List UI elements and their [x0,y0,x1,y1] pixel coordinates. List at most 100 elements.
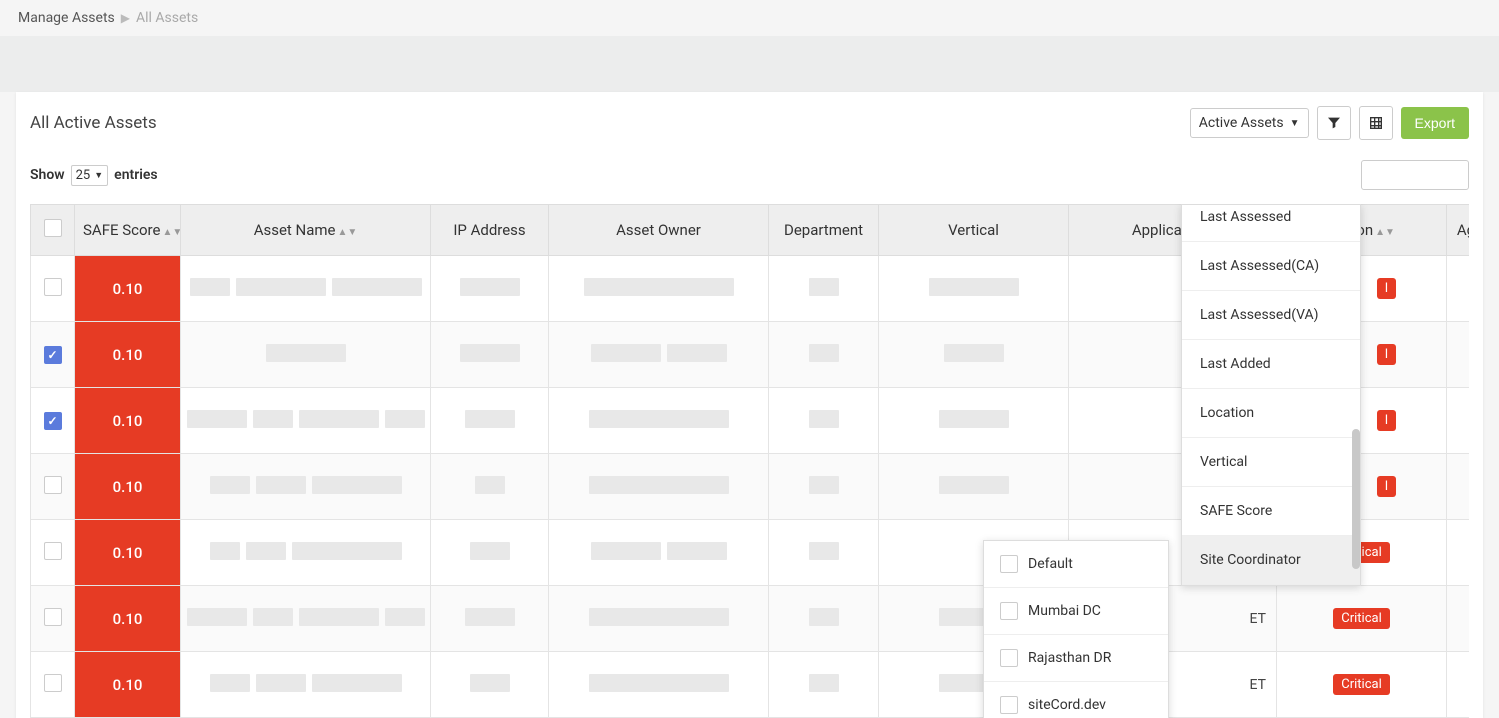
safe-score-cell: 0.10 [75,454,181,520]
column-menu-item[interactable]: Last Assessed [1182,205,1360,242]
placeholder [187,608,247,626]
col-asset-owner[interactable]: Asset Owner [549,205,769,256]
select-all-header [31,205,75,256]
assets-table: SAFE Score▲▼ Asset Name▲▼ IP Address Ass… [30,204,1469,718]
column-menu-item[interactable]: Vertical [1182,438,1360,487]
column-menu-item[interactable]: Site Coordinator [1182,536,1360,585]
placeholder [589,674,729,692]
column-menu-item[interactable]: Last Added [1182,340,1360,389]
vertical-cell [879,388,1069,454]
site-menu-item[interactable]: siteCord.dev [984,682,1168,718]
safe-score-cell: 0.10 [75,652,181,718]
asset-filter-select[interactable]: Active Assets ▼ [1190,108,1309,138]
placeholder [385,410,425,428]
site-menu-label: Default [1028,556,1073,572]
placeholder [187,410,247,428]
placeholder [312,476,402,494]
select-all-checkbox[interactable] [44,219,62,237]
row-checkbox[interactable] [44,346,62,364]
row-checkbox[interactable] [44,476,62,494]
owner-cell [549,520,769,586]
col-vertical[interactable]: Vertical [879,205,1069,256]
placeholder [332,278,422,296]
col-department[interactable]: Department [769,205,879,256]
site-menu-item[interactable]: Default [984,541,1168,588]
safe-score-cell: 0.10 [75,388,181,454]
col-ip-address[interactable]: IP Address [431,205,549,256]
col-safe-score[interactable]: SAFE Score▲▼ [75,205,181,256]
placeholder [246,542,286,560]
export-button[interactable]: Export [1401,107,1469,139]
filter-button[interactable] [1317,106,1351,140]
toolbar: Active Assets ▼ Export [1190,106,1469,140]
site-menu-item[interactable]: Mumbai DC [984,588,1168,635]
breadcrumb-root[interactable]: Manage Assets [18,10,115,26]
sort-icon: ▲▼ [162,227,180,238]
asset-name-cell [181,652,431,718]
vertical-cell [879,256,1069,322]
placeholder [470,674,510,692]
placeholder [809,278,839,296]
placeholder [465,608,515,626]
placeholder [809,608,839,626]
critical-badge: l [1377,476,1396,497]
partial-text: ET [1250,677,1266,693]
agent-cell [1447,388,1470,454]
checkbox[interactable] [1000,602,1018,620]
placeholder [253,410,293,428]
column-menu-item[interactable]: Location [1182,389,1360,438]
dept-cell [769,256,879,322]
critical-badge: l [1377,410,1396,431]
ip-cell [431,652,549,718]
row-checkbox[interactable] [44,542,62,560]
table-row[interactable]: 0.10ETCritical [31,652,1470,718]
agent-cell [1447,520,1470,586]
agent-cell [1447,586,1470,652]
columns-button[interactable] [1359,106,1393,140]
checkbox[interactable] [1000,555,1018,573]
asset-name-cell [181,256,431,322]
entries-count: 25 [76,168,91,183]
checkbox[interactable] [1000,649,1018,667]
scrollbar-thumb[interactable] [1352,429,1360,569]
chevron-down-icon: ▼ [94,170,103,181]
critical-badge: Critical [1333,608,1389,629]
entries-select[interactable]: 25 ▼ [71,165,109,186]
placeholder [465,410,515,428]
row-checkbox[interactable] [44,412,62,430]
placeholder [385,608,425,626]
column-menu-item[interactable]: Last Assessed(CA) [1182,242,1360,291]
safe-score-cell: 0.10 [75,586,181,652]
placeholder [292,542,402,560]
placeholder [190,278,230,296]
placeholder [584,278,734,296]
placeholder [939,410,1009,428]
rating-cell: Critical [1277,586,1447,652]
safe-score-cell: 0.10 [75,256,181,322]
asset-name-cell [181,322,431,388]
agent-cell [1447,256,1470,322]
filter-icon [1326,115,1342,131]
site-menu-item[interactable]: Rajasthan DR [984,635,1168,682]
placeholder [589,608,729,626]
ip-cell [431,256,549,322]
placeholder [299,410,379,428]
column-menu: Last AssessedLast Assessed(CA)Last Asses… [1181,204,1361,586]
placeholder [809,476,839,494]
row-checkbox[interactable] [44,674,62,692]
search-input[interactable] [1361,160,1469,190]
placeholder [939,476,1009,494]
col-agent[interactable]: Agent [1447,205,1470,256]
column-menu-item[interactable]: SAFE Score [1182,487,1360,536]
column-menu-item[interactable]: Last Assessed(VA) [1182,291,1360,340]
table-row[interactable]: 0.10ETCritical [31,586,1470,652]
show-label: Show [30,167,65,183]
checkbox[interactable] [1000,696,1018,714]
placeholder [809,410,839,428]
col-asset-name[interactable]: Asset Name▲▼ [181,205,431,256]
chevron-right-icon: ▶ [121,11,130,25]
row-checkbox[interactable] [44,608,62,626]
asset-name-cell [181,454,431,520]
row-checkbox[interactable] [44,278,62,296]
placeholder [253,608,293,626]
